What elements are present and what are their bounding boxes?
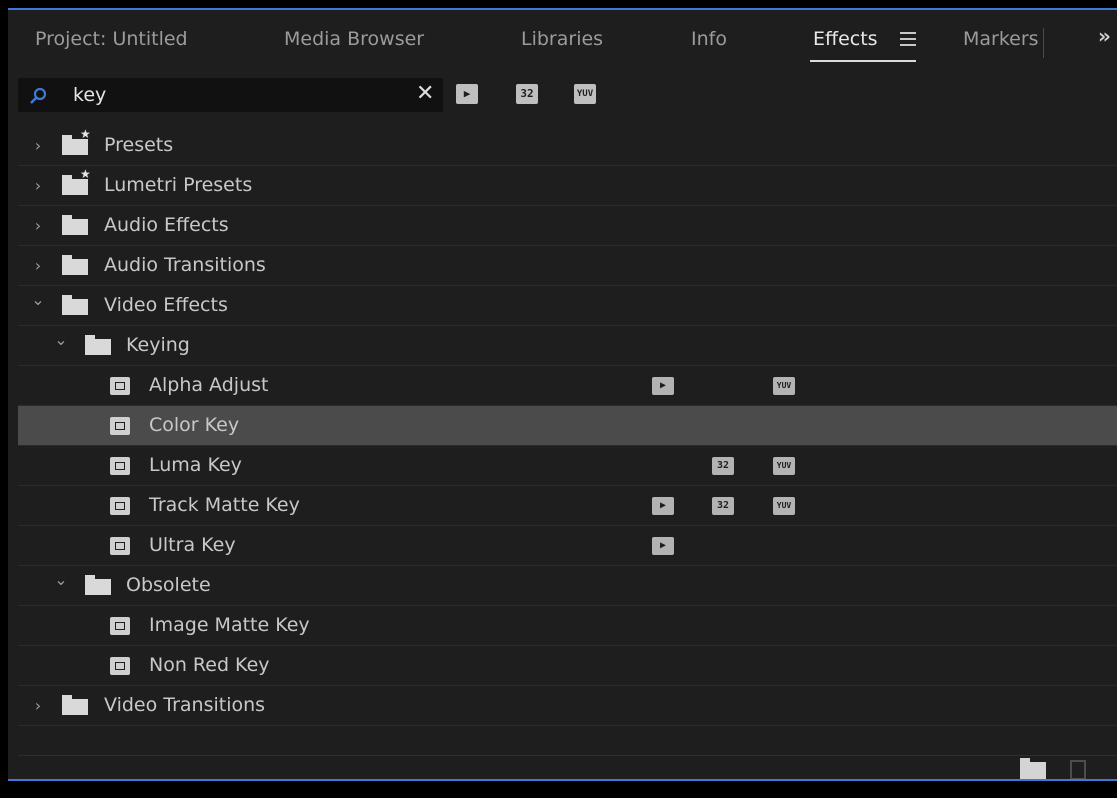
effect-row[interactable]: ▶ 32 YUV Track Matte Key — [18, 486, 1117, 526]
folder-row[interactable]: ⌄ Keying — [18, 326, 1117, 366]
effect-row[interactable]: ▶ YUV Alpha Adjust — [18, 366, 1117, 406]
folder-icon — [85, 335, 111, 355]
new-bin-icon[interactable] — [1020, 758, 1046, 780]
tree-item-label: Obsolete — [126, 574, 211, 596]
folder-row[interactable]: › ★ Lumetri Presets — [18, 166, 1117, 206]
tab-project[interactable]: Project: Untitled — [35, 28, 188, 50]
chevron-down-icon[interactable]: ⌄ — [30, 290, 46, 309]
tree-item-label: Presets — [104, 134, 174, 156]
effect-icon — [110, 617, 130, 635]
tree-item-label: Keying — [126, 334, 190, 356]
yuv-badge-icon: YUV — [773, 377, 795, 395]
32-bit-badge-icon: 32 — [712, 497, 734, 515]
chevron-down-icon[interactable]: ⌄ — [53, 330, 69, 349]
folder-icon — [62, 295, 88, 315]
yuv-filter-icon[interactable]: YUV — [574, 84, 596, 104]
folder-row[interactable]: ⌄ Obsolete — [18, 566, 1117, 606]
yuv-badge-icon: YUV — [773, 457, 795, 475]
effect-row[interactable]: Non Red Key — [18, 646, 1117, 686]
close-icon[interactable]: ✕ — [416, 81, 434, 106]
active-tab-underline — [810, 60, 916, 62]
folder-icon — [62, 255, 88, 275]
folder-row[interactable]: ⌄ Video Effects — [18, 286, 1117, 326]
accelerated-badge-icon: ▶ — [652, 497, 674, 515]
tab-divider — [1043, 28, 1044, 58]
effects-panel: Project: Untitled Media Browser Librarie… — [8, 8, 1117, 780]
tree-item-label: Luma Key — [149, 454, 242, 476]
folder-row[interactable]: › Video Transitions — [18, 686, 1117, 726]
tree-item-label: Ultra Key — [149, 534, 236, 556]
tree-item-label: Track Matte Key — [149, 494, 300, 516]
preset-bin-icon — [62, 175, 88, 195]
chevron-right-icon[interactable]: › — [30, 136, 46, 155]
tree-item-label: Audio Transitions — [104, 254, 266, 276]
accelerated-badge-icon: ▶ — [652, 377, 674, 395]
32-bit-filter-icon[interactable]: 32 — [516, 84, 538, 104]
tree-item-label: Color Key — [149, 414, 240, 436]
tree-item-label: Alpha Adjust — [149, 374, 269, 396]
folder-row[interactable]: › Audio Transitions — [18, 246, 1117, 286]
folder-row[interactable]: › Audio Effects — [18, 206, 1117, 246]
folder-row[interactable]: › ★ Presets — [18, 126, 1117, 166]
effect-row[interactable]: ▶ Ultra Key — [18, 526, 1117, 566]
search-field[interactable]: key ✕ — [18, 78, 443, 112]
chevron-right-icon[interactable]: › — [30, 176, 46, 195]
effect-icon — [110, 377, 130, 395]
chevron-down-icon[interactable]: ⌄ — [53, 570, 69, 589]
panel-tab-bar: Project: Untitled Media Browser Librarie… — [8, 10, 1117, 68]
effect-icon — [110, 457, 130, 475]
tree-item-label: Image Matte Key — [149, 614, 310, 636]
preset-bin-icon — [62, 135, 88, 155]
chevron-right-icon[interactable]: › — [30, 696, 46, 715]
effect-icon — [110, 417, 130, 435]
effect-row[interactable]: 32 YUV Luma Key — [18, 446, 1117, 486]
tab-info[interactable]: Info — [691, 28, 727, 50]
trash-icon[interactable] — [1070, 760, 1086, 780]
effect-row[interactable]: Color Key — [18, 406, 1117, 446]
tree-item-label: Video Effects — [104, 294, 228, 316]
tab-effects[interactable]: Effects — [813, 28, 878, 50]
panel-bottom-border — [8, 779, 1117, 781]
tab-overflow-icon[interactable]: » — [1098, 24, 1111, 48]
effect-row[interactable]: Image Matte Key — [18, 606, 1117, 646]
tab-media-browser[interactable]: Media Browser — [284, 28, 424, 50]
folder-icon — [62, 695, 88, 715]
effect-icon — [110, 657, 130, 675]
accelerated-badge-icon: ▶ — [652, 537, 674, 555]
yuv-badge-icon: YUV — [773, 497, 795, 515]
tree-item-label: Lumetri Presets — [104, 174, 253, 196]
folder-icon — [85, 575, 111, 595]
panel-menu-icon[interactable] — [900, 32, 916, 46]
chevron-right-icon[interactable]: › — [30, 256, 46, 275]
chevron-right-icon[interactable]: › — [30, 216, 46, 235]
list-divider — [18, 755, 1117, 756]
tree-item-label: Audio Effects — [104, 214, 229, 236]
tree-item-label: Non Red Key — [149, 654, 270, 676]
effect-icon — [110, 497, 130, 515]
folder-icon — [62, 215, 88, 235]
search-input[interactable]: key — [73, 84, 106, 106]
effect-icon — [110, 537, 130, 555]
accelerated-effects-filter-icon[interactable]: ▶ — [456, 84, 478, 104]
effects-tree: › ★ Presets › ★ Lumetri Presets › Audio Effects… — [18, 126, 1117, 726]
tab-libraries[interactable]: Libraries — [521, 28, 603, 50]
tree-item-label: Video Transitions — [104, 694, 266, 716]
tab-markers[interactable]: Markers — [963, 28, 1039, 50]
32-bit-badge-icon: 32 — [712, 457, 734, 475]
search-icon — [30, 87, 47, 104]
